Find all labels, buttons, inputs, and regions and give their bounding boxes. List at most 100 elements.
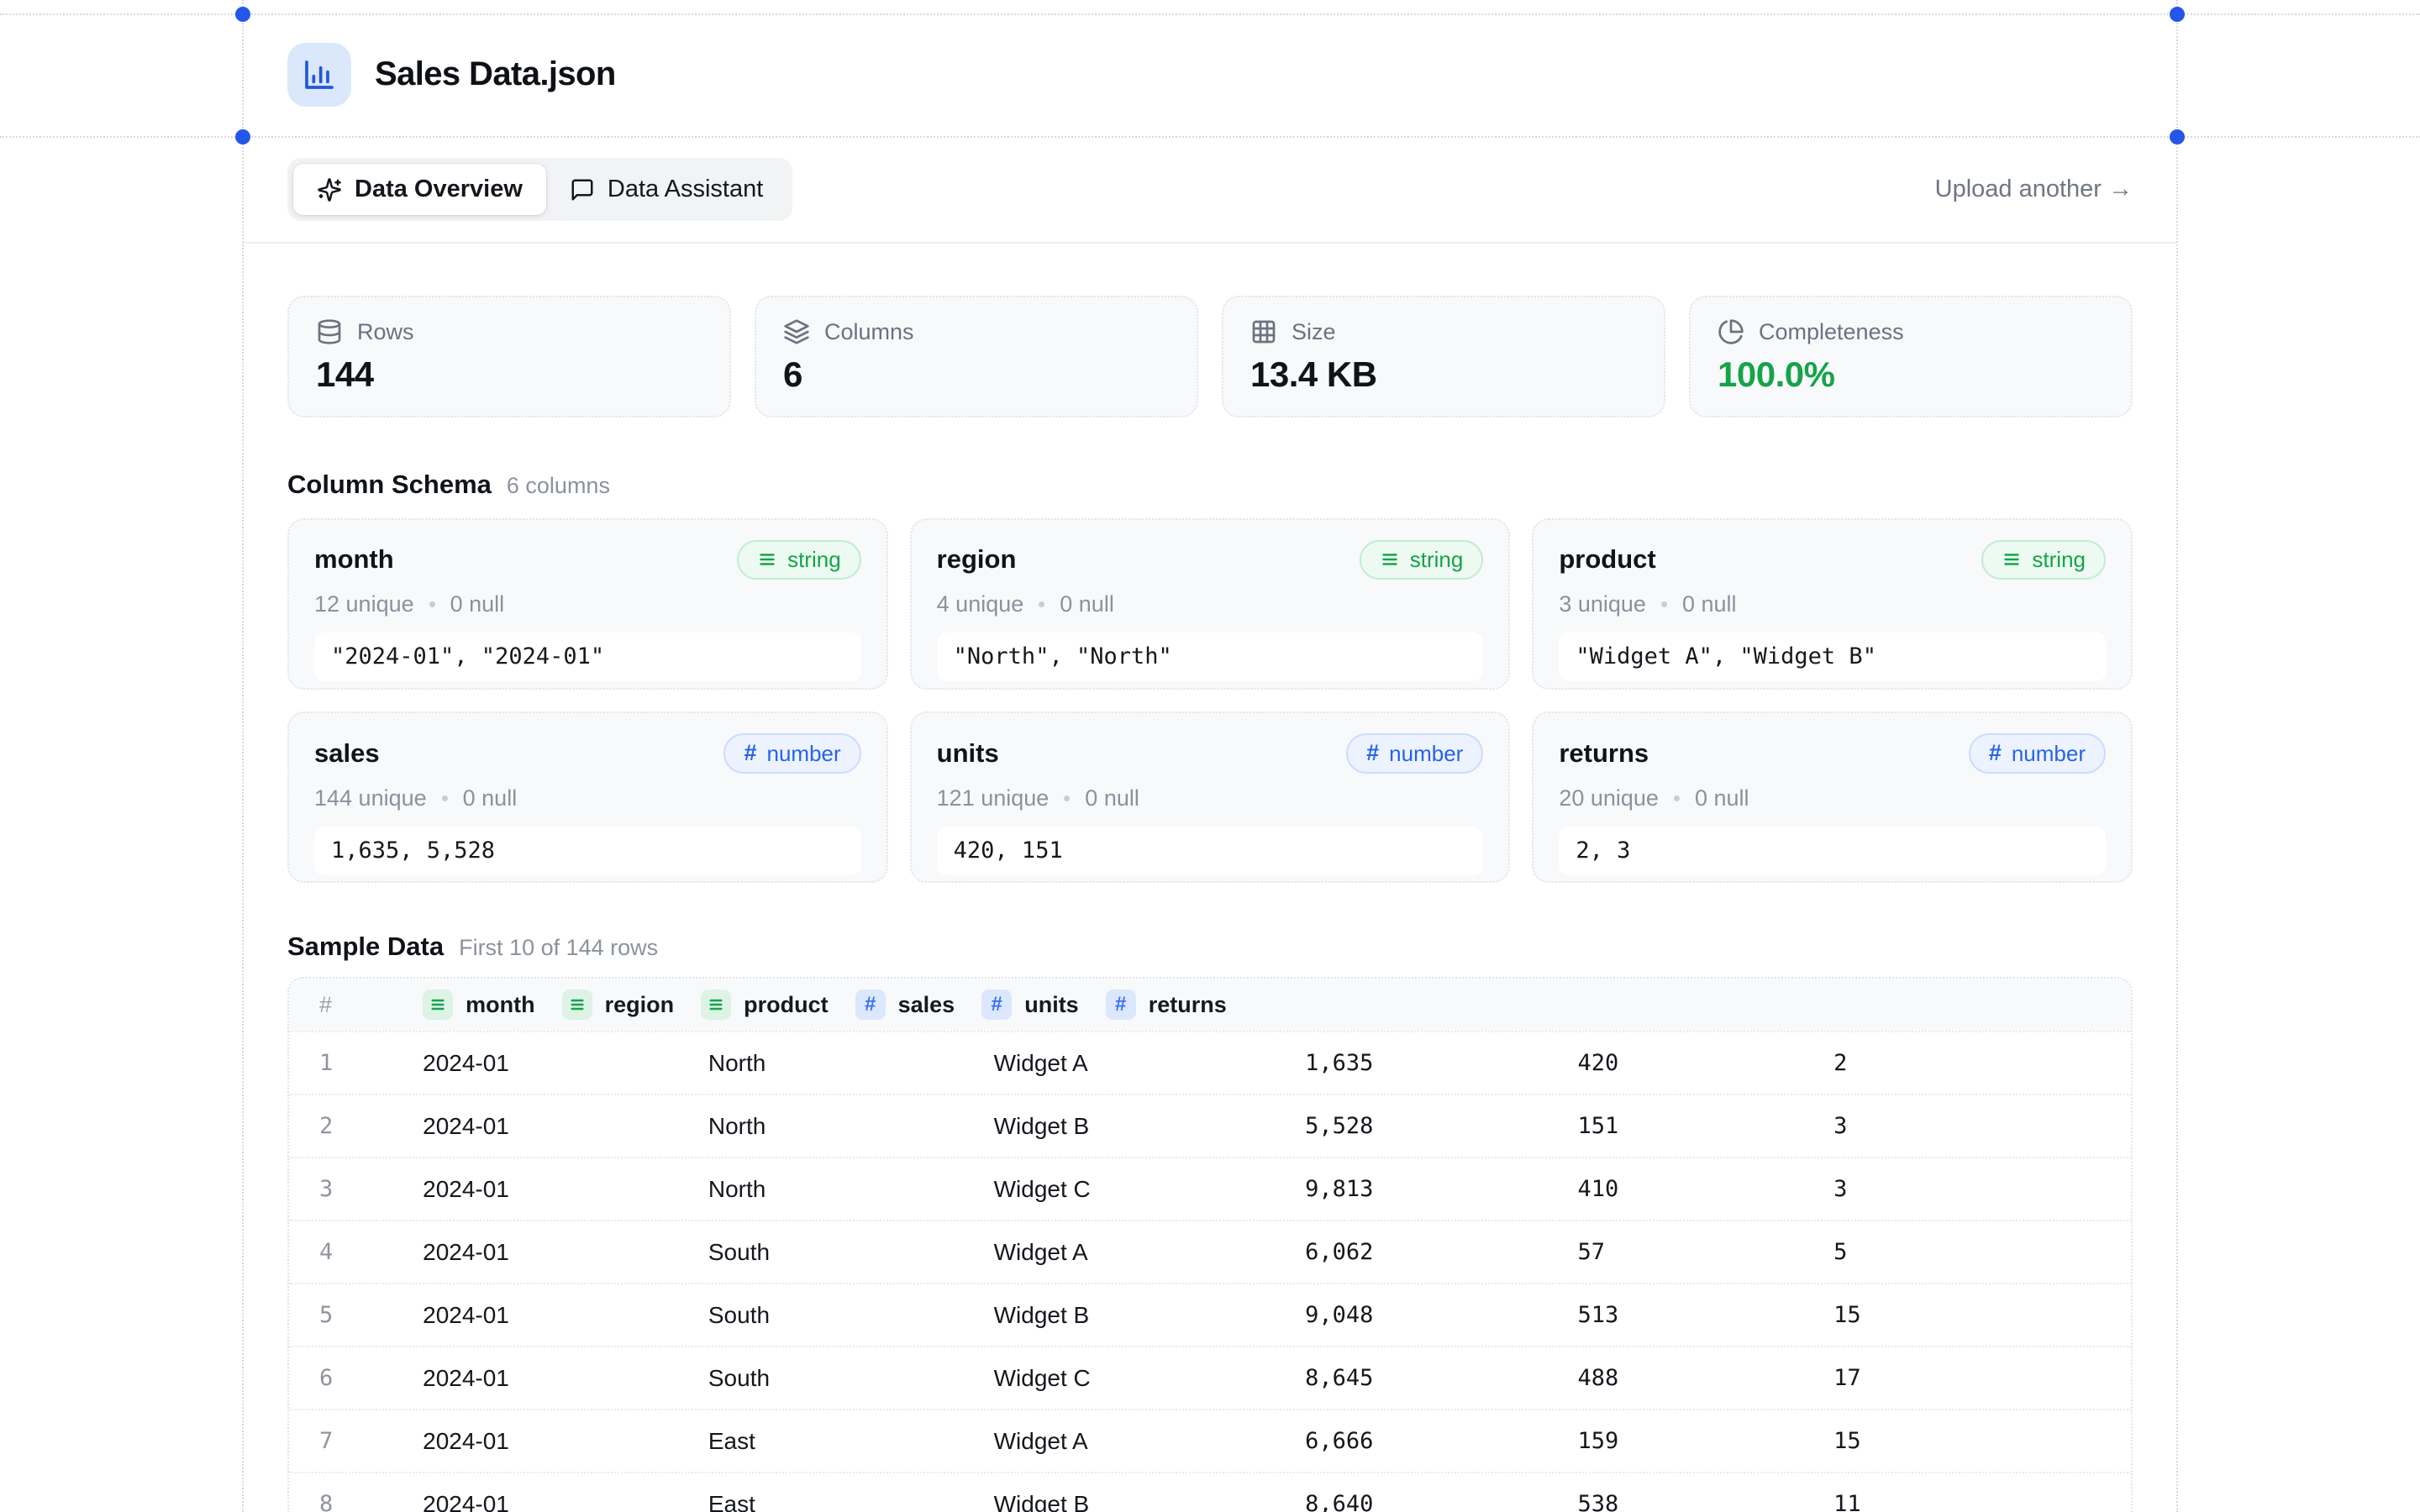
stat-card: Rows 144 (287, 296, 731, 417)
cell-month: 2024-01 (423, 1491, 509, 1512)
cell-sales: 9,048 (1305, 1302, 1373, 1328)
column-stats: 12 unique 0 null (314, 591, 861, 617)
column-stats: 121 unique 0 null (937, 785, 1484, 811)
sample-values: 420, 151 (937, 827, 1484, 875)
schema-card-header: region string # string (937, 540, 1484, 580)
database-icon (316, 318, 343, 345)
column-header-label: sales (898, 992, 955, 1018)
schema-card-header: product string # string (1559, 540, 2106, 580)
column-name: region (937, 544, 1017, 575)
table-row: 3 2024-01 North Widget C 9,813 410 3 (289, 1157, 2131, 1220)
stat-label: Rows (357, 319, 414, 345)
sample-data-table: # # month (287, 977, 2133, 1512)
table-body: 1 2024-01 North Widget A 1,635 420 2 2 2… (289, 1031, 2131, 1512)
schema-card: returns number # number 2 (1532, 711, 2133, 883)
tab-data-assistant[interactable]: Data Assistant (546, 164, 786, 215)
cell-region: North (708, 1113, 765, 1140)
column-stats: 144 unique 0 null (314, 785, 861, 811)
cell-month: 2024-01 (423, 1365, 509, 1392)
cell-month: 2024-01 (423, 1428, 509, 1455)
column-name: product (1559, 544, 1655, 575)
tab-group: Data Overview Data Assistant (287, 158, 792, 221)
tab-label: Data Overview (355, 176, 523, 203)
column-stats: 20 unique 0 null (1559, 785, 2106, 811)
table-row: 8 2024-01 East Widget B 8,640 538 11 (289, 1472, 2131, 1512)
badge-label: number (1389, 742, 1463, 766)
cell-month: 2024-01 (423, 1113, 509, 1140)
null-count: 0 null (1682, 591, 1737, 617)
table-row: 5 2024-01 South Widget B 9,048 513 15 (289, 1283, 2131, 1346)
number-type-badge: # number (1346, 733, 1483, 774)
cell-product: Widget A (994, 1239, 1088, 1266)
string-type-badge: string (1981, 540, 2106, 580)
cell-month: 2024-01 (423, 1050, 509, 1077)
number-chip-icon: # (855, 990, 886, 1020)
table-row: 1 2024-01 North Widget A 1,635 420 2 (289, 1031, 2131, 1094)
cell-region: North (708, 1176, 765, 1203)
row-index: 5 (319, 1302, 333, 1328)
unique-count: 121 unique (937, 785, 1050, 811)
stat-card: Columns 6 (755, 296, 1198, 417)
cell-sales: 8,645 (1305, 1365, 1373, 1391)
number-chip-icon: # (1106, 990, 1136, 1020)
string-chip-icon (562, 990, 592, 1020)
stat-card-header: Columns (783, 318, 1170, 345)
dot-separator (429, 601, 435, 607)
cell-sales: 5,528 (1305, 1113, 1373, 1139)
string-type-badge: string (1360, 540, 1484, 580)
cell-region: East (708, 1428, 755, 1455)
unique-count: 144 unique (314, 785, 427, 811)
cell-sales: 1,635 (1305, 1050, 1373, 1076)
schema-card-header: month string # string (314, 540, 861, 580)
index-column-header: # (289, 979, 396, 1031)
stat-card: Completeness 100.0% (1689, 296, 2133, 417)
page-title: Sales Data.json (375, 55, 616, 93)
badge-label: string (1410, 548, 1464, 572)
row-index: 3 (319, 1176, 333, 1202)
row-index: 4 (319, 1239, 333, 1265)
sample-heading: Sample Data (287, 932, 444, 962)
column-stats: 4 unique 0 null (937, 591, 1484, 617)
upload-another-link[interactable]: Upload another → (1935, 176, 2133, 203)
null-count: 0 null (450, 591, 505, 617)
cell-product: Widget A (994, 1050, 1088, 1077)
table-row: 7 2024-01 East Widget A 6,666 159 15 (289, 1409, 2131, 1472)
sample-values: "Widget A", "Widget B" (1559, 633, 2106, 681)
tab-data-overview[interactable]: Data Overview (293, 164, 546, 215)
schema-heading: Column Schema (287, 470, 492, 500)
cell-sales: 9,813 (1305, 1176, 1373, 1202)
cell-returns: 2 (1833, 1050, 1847, 1076)
dot-separator (1039, 601, 1044, 607)
number-chip-icon: # (981, 990, 1012, 1020)
dot-separator (1674, 795, 1680, 801)
column-header-label: product (744, 992, 829, 1018)
sample-values: "North", "North" (937, 633, 1484, 681)
sample-section-head: Sample Data First 10 of 144 rows (287, 932, 2133, 962)
sample-values: 1,635, 5,528 (314, 827, 861, 875)
cell-units: 151 (1577, 1113, 1618, 1139)
number-type-badge: # number (723, 733, 860, 774)
stat-card: Size 13.4 KB (1222, 296, 1665, 417)
schema-card-header: returns number # number (1559, 733, 2106, 774)
cell-month: 2024-01 (423, 1176, 509, 1203)
cell-month: 2024-01 (423, 1239, 509, 1266)
chat-bubble-icon (570, 177, 595, 202)
cell-units: 488 (1577, 1365, 1618, 1391)
null-count: 0 null (463, 785, 518, 811)
cell-units: 57 (1577, 1239, 1605, 1265)
unique-count: 4 unique (937, 591, 1024, 617)
stat-value: 144 (316, 354, 702, 395)
stat-label: Completeness (1759, 319, 1904, 345)
cell-region: South (708, 1239, 770, 1266)
column-name: returns (1559, 738, 1649, 769)
column-name: units (937, 738, 999, 769)
null-count: 0 null (1060, 591, 1114, 617)
schema-card: sales number # number 144 (287, 711, 888, 883)
schema-card-header: units number # number (937, 733, 1484, 774)
dot-separator (1064, 795, 1070, 801)
sample-subheading: First 10 of 144 rows (459, 935, 658, 961)
schema-card: units number # number 121 (910, 711, 1511, 883)
unique-count: 12 unique (314, 591, 414, 617)
column-header: # sales (829, 979, 955, 1031)
cell-returns: 15 (1833, 1302, 1861, 1328)
